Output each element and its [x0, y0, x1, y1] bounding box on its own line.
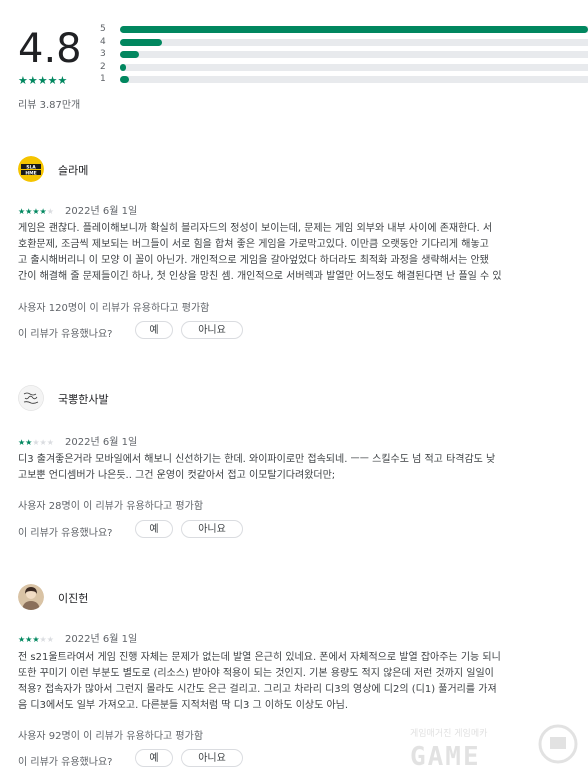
author-avatar: [18, 584, 44, 610]
rating-distribution-fill: [120, 76, 130, 83]
slame-logo-icon: SLA HME: [18, 156, 44, 182]
rating-distribution-track: [120, 38, 588, 46]
rating-distribution-row: 4: [100, 37, 588, 50]
calligraphy-avatar-icon: [18, 385, 44, 411]
watermark: 게임매거진 게임메카 GAME: [410, 720, 580, 780]
helpful-count: 사용자 120명이 이 리뷰가 유용하다고 평가함: [18, 303, 210, 314]
total-review-count: 리뷰 3.87만개: [18, 100, 81, 111]
author-name: 슬라메: [58, 164, 89, 177]
helpful-no-button[interactable]: 아니요: [181, 520, 243, 538]
review-card: 이진헌 ★★★★★ 2022년 6월 1일 전 s21울트라여서 게임 진행 자…: [18, 584, 588, 768]
profile-photo-icon: [18, 584, 44, 610]
author-name: 국뽕한사발: [58, 393, 109, 406]
rating-summary: 4.8 ★★★★★ 리뷰 3.87만개 5 4 3 2 1: [0, 0, 588, 120]
review-date: 2022년 6월 1일: [65, 437, 138, 448]
review-header: 국뽕한사발: [18, 385, 588, 415]
helpful-no-button[interactable]: 아니요: [181, 321, 243, 339]
rating-distribution-row: 1: [100, 74, 588, 87]
rating-distribution-track: [120, 51, 588, 58]
review-meta: ★★★★★ 2022년 6월 1일: [18, 630, 137, 645]
review-meta: ★★★★★ 2022년 6월 1일: [18, 202, 137, 217]
watermark-badge-icon: [538, 724, 578, 764]
helpful-yes-button[interactable]: 예: [135, 749, 173, 767]
author-avatar: [18, 385, 44, 411]
rating-distribution-label: 5: [100, 24, 106, 34]
review-body: 전 s21울트라여서 게임 진행 자체는 문제가 없는데 발열 은근히 있네요.…: [18, 652, 501, 711]
rating-distribution-fill: [120, 38, 163, 46]
review-card: SLA HME 슬라메 ★★★★★ 2022년 6월 1일 게임은 괜찮다. 플…: [18, 156, 588, 340]
rating-distribution-row: 2: [100, 62, 588, 75]
rating-distribution-fill: [120, 26, 588, 33]
svg-text:SLA: SLA: [26, 164, 36, 170]
review-header: 이진헌: [18, 584, 588, 614]
helpful-question: 이 리뷰가 유용했나요?: [18, 528, 113, 539]
rating-distribution-row: 5: [100, 24, 588, 37]
rating-distribution-label: 2: [100, 61, 106, 72]
review-date: 2022년 6월 1일: [65, 634, 138, 645]
helpful-yes-button[interactable]: 예: [135, 520, 173, 538]
review-body: 게임은 괜찮다. 플레이해보니까 확실히 블리자드의 정성이 보이는데, 문제는…: [18, 223, 502, 282]
rating-distribution-label: 1: [100, 74, 106, 84]
average-rating-stars: ★★★★★: [18, 74, 68, 87]
review-stars: ★★★★★: [18, 635, 54, 644]
rating-distribution-track: [120, 63, 588, 71]
rating-distribution: 5 4 3 2 1: [100, 24, 588, 87]
svg-text:HME: HME: [25, 170, 36, 176]
rating-distribution-track: [120, 76, 588, 83]
rating-distribution-fill: [120, 63, 126, 71]
helpful-yes-button[interactable]: 예: [135, 321, 173, 339]
review-stars: ★★★★★: [18, 207, 54, 216]
review-stars: ★★★★★: [18, 438, 54, 447]
helpful-count: 사용자 92명이 이 리뷰가 유용하다고 평가함: [18, 731, 204, 742]
rating-distribution-label: 4: [100, 36, 106, 47]
helpful-count: 사용자 28명이 이 리뷰가 유용하다고 평가함: [18, 501, 204, 512]
rating-distribution-track: [120, 26, 588, 33]
rating-distribution-fill: [120, 51, 139, 58]
review-body: 디3 출겨좋은거라 모바일에서 해보니 신선하기는 한데. 와이파이로만 접속되…: [18, 454, 496, 481]
watermark-text: 게임매거진 게임메카: [410, 729, 488, 739]
rating-distribution-row: 3: [100, 49, 588, 62]
rating-distribution-label: 3: [100, 49, 106, 59]
review-card: 국뽕한사발 ★★★★★ 2022년 6월 1일 디3 출겨좋은거라 모바일에서 …: [18, 385, 588, 539]
watermark-logo: GAME: [410, 742, 481, 772]
helpful-no-button[interactable]: 아니요: [181, 749, 243, 767]
author-avatar: SLA HME: [18, 156, 44, 182]
review-meta: ★★★★★ 2022년 6월 1일: [18, 433, 137, 448]
helpful-question: 이 리뷰가 유용했나요?: [18, 757, 113, 768]
helpful-question: 이 리뷰가 유용했나요?: [18, 329, 113, 340]
review-date: 2022년 6월 1일: [65, 206, 138, 217]
review-header: SLA HME 슬라메: [18, 156, 588, 186]
author-name: 이진헌: [58, 592, 89, 605]
average-rating: 4.8: [18, 26, 82, 72]
